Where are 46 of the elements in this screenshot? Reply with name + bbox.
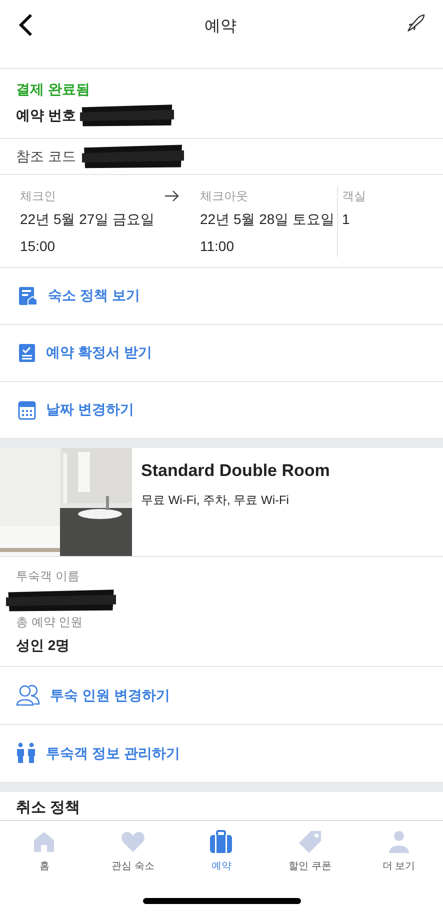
heart-icon bbox=[120, 829, 146, 855]
action-label: 예약 확정서 받기 bbox=[46, 343, 152, 362]
room-name: Standard Double Room bbox=[141, 460, 330, 482]
checkin-time: 15:00 bbox=[20, 236, 56, 256]
people-outline-icon bbox=[16, 684, 40, 706]
action-label: 숙소 정책 보기 bbox=[48, 286, 140, 306]
guest-count-label: 총 예약 인원 bbox=[16, 614, 84, 631]
tab[interactable]: 예약 bbox=[177, 829, 266, 874]
action-label: 투숙객 정보 관리하기 bbox=[46, 744, 180, 763]
tab[interactable]: 홈 bbox=[0, 829, 89, 874]
action-label: 날짜 변경하기 bbox=[46, 400, 134, 420]
tab[interactable]: 할인 쿠폰 bbox=[266, 829, 354, 874]
tag-icon bbox=[297, 829, 324, 855]
action-row[interactable]: 예약 확정서 받기 bbox=[0, 324, 443, 382]
tab-label: 예약 bbox=[211, 860, 232, 874]
guest-name-label: 투숙객 이름 bbox=[16, 568, 80, 585]
calendar-icon bbox=[18, 400, 36, 420]
tab-label: 홈 bbox=[39, 860, 50, 874]
section-title: 취소 정책 bbox=[16, 799, 80, 816]
airplane-icon[interactable] bbox=[405, 12, 427, 34]
tab[interactable]: 관심 숙소 bbox=[88, 829, 178, 874]
tab[interactable]: 더 보기 bbox=[354, 829, 443, 874]
page-title: 예약 bbox=[204, 17, 236, 37]
booking-number-label: 예약 번호 bbox=[16, 106, 76, 125]
rooms-count: 1 bbox=[342, 210, 351, 229]
reference-code-label: 참조 코드 bbox=[16, 146, 76, 166]
checkout-label: 체크아웃 bbox=[200, 188, 249, 205]
action-row[interactable]: 숙소 정책 보기 bbox=[0, 268, 443, 325]
checkin-label: 체크인 bbox=[20, 188, 56, 205]
arrow-icon bbox=[164, 190, 180, 202]
checkout-date: 22년 5월 28일 토요일 bbox=[200, 210, 336, 229]
suitcase-icon bbox=[208, 829, 234, 855]
checklist-icon bbox=[18, 342, 36, 363]
action-label: 투숙 인원 변경하기 bbox=[50, 686, 170, 705]
checkout-time: 11:00 bbox=[200, 236, 235, 256]
tab-label: 할인 쿠폰 bbox=[288, 860, 332, 874]
tab-label: 더 보기 bbox=[382, 860, 416, 874]
rooms-label: 객실 bbox=[342, 188, 366, 205]
checkin-date: 22년 5월 27일 금요일 bbox=[20, 210, 156, 229]
guest-count: 성인 2명 bbox=[16, 636, 71, 655]
payment-status: 결제 완료됨 bbox=[16, 80, 91, 100]
two-people-icon bbox=[16, 742, 36, 764]
document-house-icon bbox=[18, 286, 38, 306]
action-row[interactable]: 투숙 인원 변경하기 bbox=[0, 666, 443, 725]
room-amenities: 무료 Wi-Fi, 주차, 무료 Wi-Fi bbox=[141, 492, 290, 510]
tab-label: 관심 숙소 bbox=[112, 860, 154, 874]
